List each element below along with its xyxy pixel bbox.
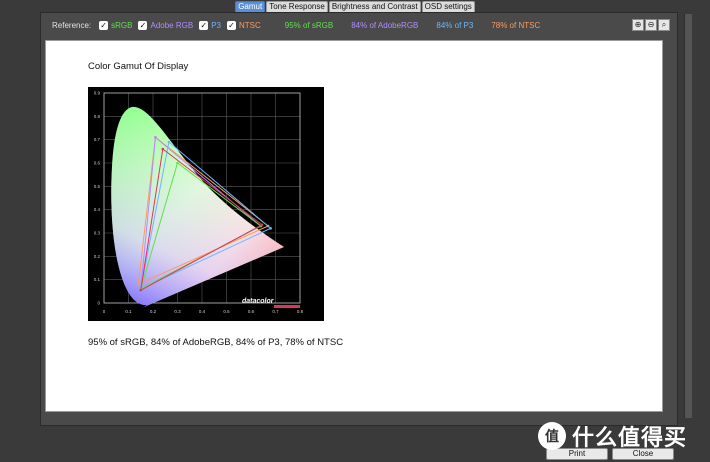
coverage-ntsc: 78% of NTSC [491,20,541,30]
x-tick-label: 0.5 [223,309,230,314]
gamut-vertex-point [269,227,272,230]
spectral-locus-blue [111,106,284,307]
check-icon[interactable]: ✓ [199,20,209,30]
x-tick-labels: 0 0.1 0.2 0.3 0.4 0.5 0.6 0.7 0.8 [103,309,304,314]
x-tick-label: 0.7 [272,309,279,314]
y-tick-label: 0.6 [94,161,101,166]
report-title: Color Gamut Of Display [88,61,189,72]
reference-bar: Reference: ✓ sRGB ✓ Adobe RGB ✓ P3 ✓ NTS… [44,14,674,36]
watermark-text: 什么值得买 [572,426,688,451]
check-icon[interactable]: ✓ [226,20,236,30]
zoom-out-icon[interactable]: ⊖ [645,19,657,31]
check-icon[interactable]: ✓ [99,20,109,30]
y-tick-label: 0.8 [94,114,101,119]
x-tick-label: 0.8 [297,309,304,314]
checkbox-p3-label: P3 [211,20,221,30]
datacolor-logo: datacolor [242,298,275,305]
x-tick-label: 0.1 [125,309,132,314]
cie-gamut-chart: 0 0.1 0.2 0.3 0.4 0.5 0.6 0.7 0.8 00.10.20.30.40… [88,87,324,321]
coverage-adobe-rgb: 84% of AdobeRGB [351,20,419,30]
watermark: 值 什么值得买 [538,420,687,452]
zoom-controls: ⊕ ⊖ ⌕ [632,19,670,31]
checkbox-adobe-rgb-label: Adobe RGB [150,20,194,30]
coverage-summary: 95% of sRGB, 84% of AdobeRGB, 84% of P3,… [88,337,344,348]
datacolor-logo-bar [274,305,300,308]
app-window: Gamut Tone Response Brightness and Contr… [0,0,710,462]
gamut-vertex-point [139,288,143,292]
y-tick-label: 0.2 [94,254,101,259]
x-tick-label: 0.4 [199,309,206,314]
x-tick-label: 0.2 [150,309,157,314]
watermark-logo-icon: 值 [538,422,566,450]
y-tick-label: 0.7 [94,137,101,142]
vertical-scrollbar[interactable] [684,14,692,418]
y-tick-label: 0.5 [94,184,101,189]
checkbox-adobe-rgb[interactable]: ✓ Adobe RGB [138,20,194,30]
checkbox-srgb-label: sRGB [111,20,133,30]
reference-label: Reference: [52,20,92,30]
gamut-vertex-point [260,223,264,227]
x-tick-label: 0 [103,309,106,314]
check-icon[interactable]: ✓ [138,20,148,30]
gamut-report: Color Gamut Of Display 0 0.1 0.2 0.3 0.4… [45,40,663,412]
y-tick-label: 0.4 [94,207,101,212]
checkbox-ntsc-label: NTSC [238,20,261,30]
zoom-in-icon[interactable]: ⊕ [632,19,644,31]
checkbox-srgb[interactable]: ✓ sRGB [99,20,133,30]
gamut-vertex-point [137,283,140,286]
zoom-fit-icon[interactable]: ⌕ [658,19,670,31]
checkbox-p3[interactable]: ✓ P3 [199,20,221,30]
gamut-vertex-point [176,161,179,165]
svg-text:值: 值 [545,428,559,445]
x-tick-label: 0.6 [248,309,255,314]
y-tick-label: 0.3 [94,231,101,236]
y-tick-labels: 0 0.1 0.2 0.3 0.4 0.5 0.6 0.7 0.8 0.9 [94,91,101,306]
gamut-vertex-point [154,136,157,139]
gamut-vertex-point [161,147,165,151]
y-tick-label: 0 [97,301,100,306]
coverage-p3: 84% of P3 [436,20,474,30]
x-tick-label: 0.3 [174,309,181,314]
gamut-vertex-point [167,140,171,144]
coverage-srgb: 95% of sRGB [284,20,334,30]
checkbox-ntsc[interactable]: ✓ NTSC [226,20,261,30]
y-tick-label: 0.1 [94,277,101,282]
y-tick-label: 0.9 [94,91,101,96]
